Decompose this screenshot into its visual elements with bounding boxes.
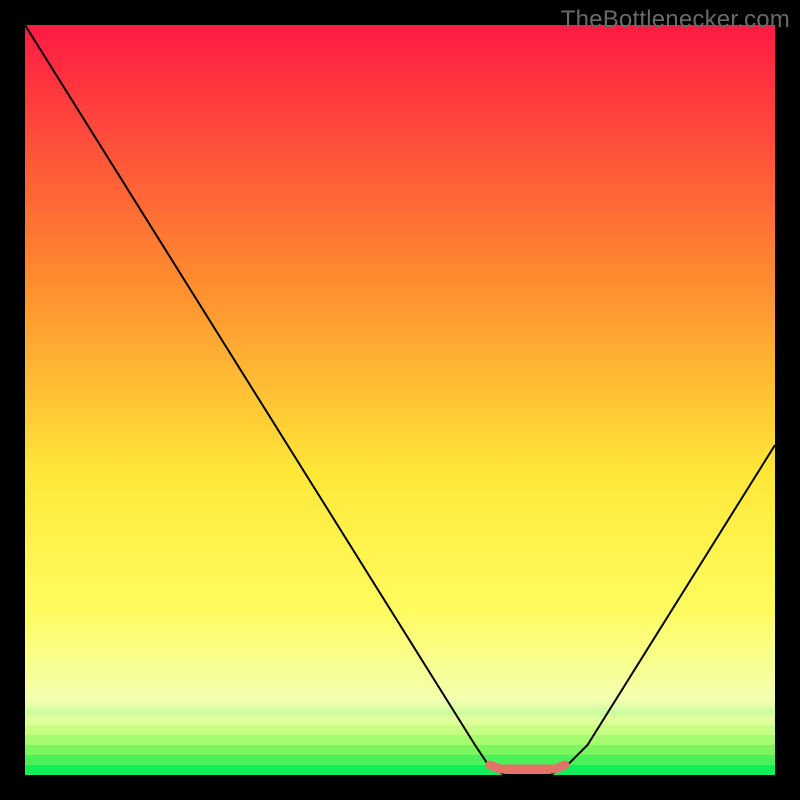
watermark-text: TheBottlenecker.com xyxy=(561,6,790,34)
chart-container: TheBottlenecker.com xyxy=(0,0,800,800)
green-band xyxy=(25,735,775,745)
green-band xyxy=(25,755,775,765)
plot-area xyxy=(25,25,775,775)
plot-svg xyxy=(25,25,775,775)
green-band xyxy=(25,725,775,735)
optimal-marker xyxy=(490,765,565,769)
green-band-group xyxy=(25,715,775,775)
gradient-background xyxy=(25,25,775,775)
green-band xyxy=(25,745,775,755)
green-band xyxy=(25,765,775,775)
green-band xyxy=(25,715,775,725)
